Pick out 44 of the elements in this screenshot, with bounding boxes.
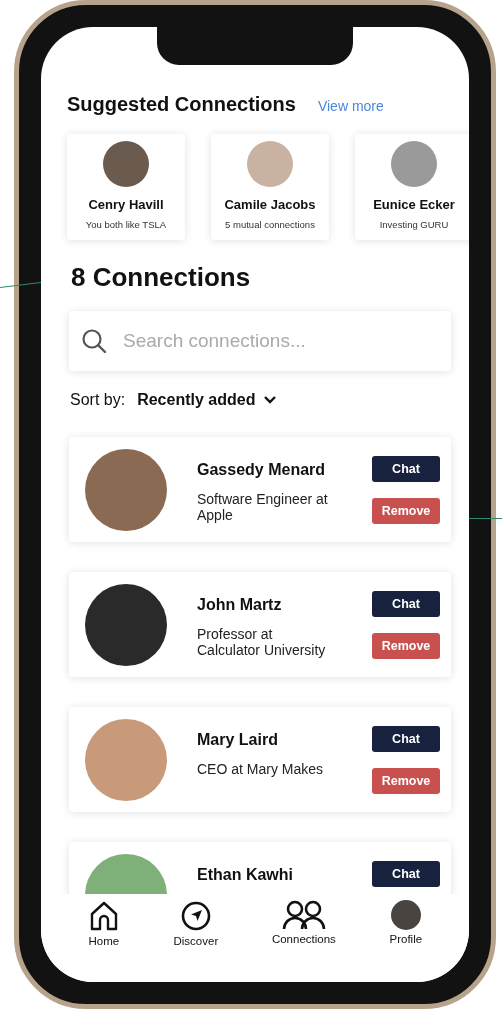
avatar-placeholder xyxy=(391,141,437,187)
chat-button[interactable]: Chat xyxy=(372,456,440,482)
person-name: Camile Jacobs xyxy=(224,197,316,212)
compass-icon xyxy=(179,900,212,932)
nav-label: Profile xyxy=(389,933,423,945)
connections-count: 8 Connections xyxy=(71,262,252,293)
connection-name: Gassedy Menard xyxy=(197,461,327,479)
chat-button[interactable]: Chat xyxy=(372,591,440,617)
people-icon xyxy=(281,900,326,930)
connection-name: John Martz xyxy=(197,596,283,614)
person-note: Investing GURU xyxy=(379,219,449,230)
nav-tab[interactable]: Profile xyxy=(389,900,423,945)
section-title: Suggested Connections xyxy=(67,93,296,116)
remove-button[interactable]: Remove xyxy=(372,633,440,659)
search-icon xyxy=(81,328,107,354)
nav-tab[interactable]: Home xyxy=(87,900,120,947)
chat-button[interactable]: Chat xyxy=(372,726,440,752)
connection-name: Ethan Kawhi xyxy=(197,866,294,884)
person-name: Cenry Havill xyxy=(88,197,164,212)
connection-title: CEO at Mary Makes xyxy=(197,761,325,778)
person-name: Eunice Ecker xyxy=(373,197,455,212)
remove-button[interactable]: Remove xyxy=(372,498,440,524)
suggestion-card[interactable]: Camile Jacobs 5 mutual connections xyxy=(211,134,329,240)
chat-button[interactable]: Chat xyxy=(372,861,440,887)
person-note: You both like TSLA xyxy=(85,219,167,230)
connection-title: Professor at Calculator University xyxy=(197,626,327,659)
avatar-placeholder xyxy=(103,141,149,187)
nav-label: Connections xyxy=(271,933,336,945)
person-note: 5 mutual connections xyxy=(225,219,315,230)
nav-label: Discover xyxy=(173,935,219,947)
sort-label: Sort by: xyxy=(70,391,126,409)
suggestion-card[interactable]: Eunice Ecker Investing GURU xyxy=(355,134,469,240)
remove-button[interactable]: Remove xyxy=(372,768,440,794)
view-more-link[interactable]: View more xyxy=(317,98,384,114)
sort-dropdown[interactable]: Recently added xyxy=(137,391,278,409)
avatar-placeholder xyxy=(247,141,293,187)
avatar-placeholder xyxy=(390,900,421,930)
nav-tab[interactable]: Discover xyxy=(173,900,219,947)
suggestion-card[interactable]: Cenry Havill You both like TSLA xyxy=(67,134,185,240)
nav-label: Home xyxy=(88,935,120,947)
connection-name: Mary Laird xyxy=(197,731,279,749)
connection-title: Software Engineer at Apple xyxy=(197,491,329,524)
chevron-down-icon xyxy=(263,395,278,405)
nav-tab[interactable]: Connections xyxy=(271,900,336,945)
